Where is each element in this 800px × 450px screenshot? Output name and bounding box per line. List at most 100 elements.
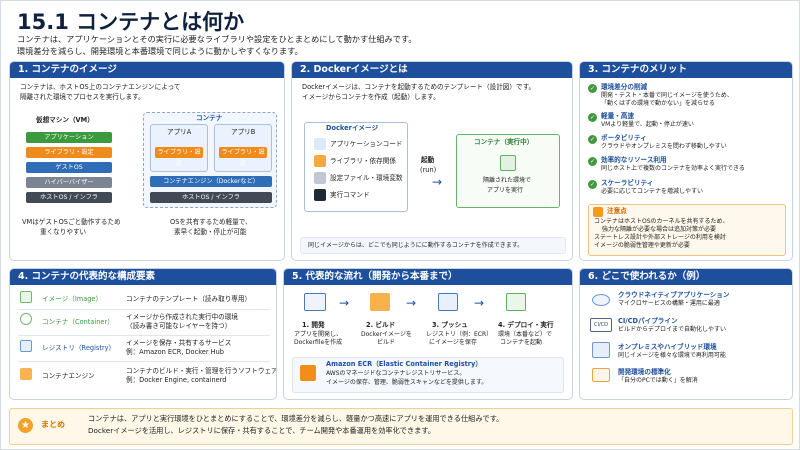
registry-icon xyxy=(438,293,458,311)
image-title: Dockerイメージ xyxy=(326,124,379,132)
image-item: アプリケーションコード xyxy=(330,140,403,148)
vm-app: アプリケーション xyxy=(26,132,112,143)
summary-line1: コンテナは、アプリと実行環境をひとまとめにすることで、環境差分を減らし、軽量かつ… xyxy=(88,414,504,423)
page-title: 15.1 コンテナとは何か xyxy=(17,10,245,34)
section-container-image: 1. コンテナのイメージ コンテナは、ホストOS上のコンテナエンジンによって 隔… xyxy=(9,61,285,261)
running-container-desc: 隔離された環境で xyxy=(483,177,532,184)
arrow-right-icon: → xyxy=(339,296,350,310)
container-note: OSを共有するため軽量で、 xyxy=(170,218,252,226)
step-desc: Dockerイメージを xyxy=(361,331,412,338)
component-desc: コンテナのビルド・実行・管理を行うソフトウェア xyxy=(126,367,277,375)
image-item: 実行コマンド xyxy=(330,191,370,199)
section-benefits: 3. コンテナのメリット ✓ 環境差分の削減 開発・テスト・本番で同じイメージを… xyxy=(579,61,793,261)
component-desc: イメージから作成された実行中の環境 xyxy=(126,313,238,321)
step-desc: コンテナを起動 xyxy=(500,339,543,346)
check-icon: ✓ xyxy=(588,180,597,189)
component-name: イメージ（Image） xyxy=(42,295,103,303)
running-container-desc: アプリを実行 xyxy=(487,187,524,194)
usecase-desc: ビルドからデプロイまで自動化しやすい xyxy=(618,326,726,333)
container-title: コンテナ xyxy=(196,114,223,122)
desc-line: イメージからコンテナを作成（起動）します。 xyxy=(302,93,440,101)
cube-icon xyxy=(500,155,516,171)
code-icon xyxy=(314,138,326,150)
section-use-cases: 6. どこで使われるか（例） クラウドネイティブアプリケーション マイクロサービ… xyxy=(579,268,793,400)
image-item: 設定ファイル・環境変数 xyxy=(330,174,403,182)
aws-ecr-icon xyxy=(300,365,316,381)
ecr-desc: AWSのマネージドなコンテナレジストリサービス。 xyxy=(326,370,466,377)
caution-item: ステートレス設計や外部ストレージの利用を検討 xyxy=(594,234,726,241)
step-title: 4. デプロイ・実行 xyxy=(498,321,554,329)
step-title: 3. プッシュ xyxy=(432,321,468,329)
divider xyxy=(18,335,270,336)
container-engine: コンテナエンジン（Dockerなど） xyxy=(150,176,272,187)
slide: 15.1 コンテナとは何か コンテナは、アプリケーションとその実行に必要なライブ… xyxy=(0,0,800,450)
cloud-icon xyxy=(592,294,610,306)
laptop-icon xyxy=(592,368,610,382)
cicd-icon: CI/CD xyxy=(590,318,612,332)
step-title: 2. ビルド xyxy=(366,321,396,329)
vm-note: 重くなりやすい xyxy=(40,228,87,236)
app-b: アプリB xyxy=(231,128,256,136)
check-icon: ✓ xyxy=(588,84,597,93)
section-docker-image: 2. Dockerイメージとは Dockerイメージは、コンテナを起動するための… xyxy=(291,61,573,261)
lib-a: ライブラリ・設定 xyxy=(155,147,203,167)
step-desc: にイメージを保存 xyxy=(429,339,477,346)
vm-lib: ライブラリ・設定 xyxy=(26,147,112,158)
hybrid-server-icon xyxy=(592,342,610,358)
subtitle-line2: 環境差分を減らし、開発環境と本番環境で同じように動かしやすくなります。 xyxy=(17,46,303,56)
vm-note: VMはゲストOSごと動作するため xyxy=(22,218,121,226)
component-desc: 例：Docker Engine, containerd xyxy=(126,376,227,384)
step-desc: Dockerfileを作成 xyxy=(294,339,343,346)
library-icon xyxy=(314,155,326,167)
step-title: 1. 開発 xyxy=(302,321,325,329)
caution-item: 強力な隔離が必要な場合は追加対策が必要 xyxy=(602,226,717,233)
caution-title: 注意点 xyxy=(607,207,627,215)
section-components: 4. コンテナの代表的な構成要素 イメージ（Image） コンテナのテンプレート… xyxy=(9,268,277,400)
usecase-desc: 「自分のPCでは動く」を解消 xyxy=(618,377,698,384)
vm-host: ホストOS / インフラ xyxy=(26,192,112,203)
benefit-title: スケーラビリティ xyxy=(601,179,654,187)
usecase-title: オンプレミスやハイブリッド環境 xyxy=(618,343,717,351)
step-desc: アプリを開発し、 xyxy=(294,331,343,338)
vm-hypervisor: ハイパーバイザー xyxy=(26,177,112,188)
benefit-desc: 開発・テスト・本番で同じイメージを使うため、 xyxy=(601,92,733,99)
ecr-title: Amazon ECR（Elastic Container Registry） xyxy=(326,360,482,368)
usecase-title: クラウドネイティブアプリケーション xyxy=(618,291,730,299)
divider xyxy=(18,361,270,362)
engine-icon xyxy=(20,368,32,380)
caution-item: コンテナはホストOSのカーネルを共有するため、 xyxy=(594,218,729,225)
usecase-desc: 同じイメージを様々な環境で再利用可能 xyxy=(618,352,726,359)
desc-line: コンテナは、ホストOS上のコンテナエンジンによって xyxy=(20,83,181,91)
component-name: コンテナ（Container） xyxy=(42,318,114,326)
component-desc: 例：Amazon ECR, Docker Hub xyxy=(126,348,224,356)
benefit-desc: クラウドやオンプレミスを問わず移動しやすい xyxy=(601,143,727,150)
summary-line2: Dockerイメージを活用し、レジストリに保存・共有することで、チーム開発や本番… xyxy=(88,426,436,435)
terminal-icon xyxy=(314,189,326,201)
check-icon: ✓ xyxy=(588,135,597,144)
component-desc: イメージを保存・共有するサービス xyxy=(126,339,232,347)
benefit-desc: 同じホスト上で複数のコンテナを効率よく実行できる xyxy=(601,165,745,172)
ecr-desc: イメージの保存、管理、脆弱性スキャンなどを提供します。 xyxy=(326,379,488,386)
benefit-desc: 必要に応じてコンテナを増減しやすい xyxy=(601,188,703,195)
step-desc: レジストリ（例：ECR） xyxy=(426,331,493,338)
arrow-right-icon: → xyxy=(474,296,485,310)
arrow-right-icon: → xyxy=(406,296,417,310)
component-name: レジストリ（Registry） xyxy=(42,344,116,352)
server-icon xyxy=(506,293,526,311)
desc-line: 隔離された環境でプロセスを実行します。 xyxy=(20,93,145,101)
component-desc: （読み書き可能なレイヤーを持つ） xyxy=(126,322,232,330)
divider xyxy=(18,309,270,310)
image-icon xyxy=(20,291,32,303)
benefit-title: 環境差分の削減 xyxy=(601,83,648,91)
laptop-icon xyxy=(304,293,326,311)
benefit-desc: 「動くはずの環境で動かない」を減らせる xyxy=(601,100,715,107)
section-heading: 6. どこで使われるか（例） xyxy=(580,269,792,285)
warning-icon xyxy=(593,207,603,217)
section-heading: 2. Dockerイメージとは xyxy=(292,62,572,78)
registry-icon xyxy=(20,340,32,352)
image-item: ライブラリ・依存関係 xyxy=(330,157,396,165)
container-note: 素早く起動・停止が可能 xyxy=(174,228,247,236)
caution-item: イメージの脆弱性管理や更新が必要 xyxy=(594,242,690,249)
running-container-title: コンテナ（実行中） xyxy=(474,138,534,146)
arrow-right-icon: → xyxy=(432,175,443,189)
